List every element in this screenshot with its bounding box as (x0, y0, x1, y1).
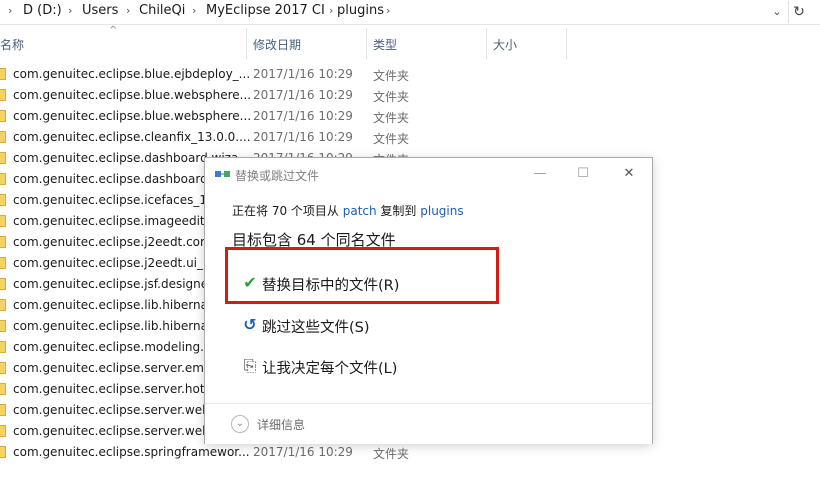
folder-icon (0, 173, 6, 185)
folder-icon (0, 320, 6, 332)
column-modified-label: 修改日期 (253, 38, 302, 52)
expand-details-icon[interactable]: ⌄ (231, 415, 249, 433)
column-header: ^ 名称 修改日期 类型 大小 (0, 25, 820, 60)
close-button[interactable]: ✕ (614, 164, 644, 184)
folder-icon (0, 299, 6, 311)
folder-icon (0, 152, 6, 164)
refresh-icon[interactable]: ↻ (788, 1, 809, 23)
folder-icon (0, 341, 6, 353)
table-row[interactable]: com.genuitec.eclipse.blue.websphere... 20… (0, 85, 820, 106)
source-folder-link[interactable]: patch (343, 204, 377, 218)
skip-files-label: 跳过这些文件(S) (262, 320, 370, 336)
dialog-title: 替换或跳过文件 (235, 169, 320, 183)
skip-files-option[interactable]: ↺ 跳过这些文件(S) (240, 310, 500, 340)
folder-icon (0, 110, 6, 122)
column-type[interactable]: 类型 (367, 28, 487, 60)
decide-each-label: 让我决定每个文件(L) (262, 361, 398, 377)
copy-middle: 复制到 (376, 204, 421, 218)
replace-files-option[interactable]: ✔ 替换目标中的文件(R) (240, 268, 500, 298)
file-modified: 2017/1/16 10:29 (253, 88, 353, 102)
details-label[interactable]: 详细信息 (257, 416, 305, 433)
file-modified: 2017/1/16 10:29 (253, 67, 353, 81)
breadcrumb-myeclipse[interactable]: MyEclipse 2017 CI (206, 3, 325, 18)
breadcrumb-separator[interactable]: › (386, 4, 390, 17)
copy-prefix: 正在将 70 个项目从 (232, 204, 343, 218)
breadcrumb-separator[interactable]: › (68, 4, 72, 17)
file-type: 文件夹 (373, 447, 410, 461)
column-type-label: 类型 (373, 38, 398, 52)
folder-icon (0, 68, 6, 80)
breadcrumb-separator: › (8, 4, 13, 17)
file-modified: 2017/1/16 10:29 (253, 445, 353, 459)
replace-files-label: 替换目标中的文件(R) (262, 278, 400, 294)
breadcrumb-plugins[interactable]: plugins (337, 3, 384, 18)
folder-icon (0, 404, 6, 416)
replace-or-skip-dialog: 替换或跳过文件 — ☐ ✕ 正在将 70 个项目从 patch 复制到 plug… (204, 157, 653, 444)
folder-icon (0, 89, 6, 101)
skip-arrow-icon: ↺ (243, 315, 257, 334)
dialog-titlebar[interactable]: 替换或跳过文件 — ☐ ✕ (205, 158, 652, 190)
breadcrumb-users[interactable]: Users (82, 3, 118, 18)
file-name: com.genuitec.eclipse.blue.ejbdeploy_... (13, 67, 251, 81)
chevron-down-icon[interactable]: ⌄ (766, 1, 788, 23)
file-type: 文件夹 (373, 69, 410, 83)
address-bar[interactable]: › D (D:) › Users › ChileQi › MyEclipse 2… (0, 0, 820, 25)
folder-icon (0, 278, 6, 290)
table-row[interactable]: com.genuitec.eclipse.blue.ejbdeploy_... 2… (0, 64, 820, 85)
file-name: com.genuitec.eclipse.cleanfix_13.0.0.... (13, 130, 251, 144)
file-type: 文件夹 (373, 111, 410, 125)
folder-icon (0, 236, 6, 248)
folder-icon (0, 215, 6, 227)
decide-each-option[interactable]: ⎘ 让我决定每个文件(L) (240, 351, 500, 381)
breadcrumb-separator[interactable]: › (192, 4, 196, 17)
table-row[interactable]: com.genuitec.eclipse.blue.websphere... 20… (0, 106, 820, 127)
folder-icon (0, 425, 6, 437)
folder-icon (0, 362, 6, 374)
file-name: com.genuitec.eclipse.blue.websphere... (13, 88, 252, 102)
table-row[interactable]: com.genuitec.eclipse.springframewor... 20… (0, 442, 820, 463)
copy-progress-text: 正在将 70 个项目从 patch 复制到 plugins (232, 202, 464, 219)
file-modified: 2017/1/16 10:29 (253, 130, 353, 144)
folder-icon (0, 446, 6, 458)
column-size[interactable]: 大小 (487, 28, 567, 60)
maximize-button[interactable]: ☐ (568, 164, 598, 184)
file-name: com.genuitec.eclipse.blue.websphere... (13, 109, 252, 123)
breadcrumb-separator[interactable]: › (329, 4, 333, 17)
dialog-footer: ⌄ 详细信息 (205, 403, 652, 444)
column-name-label: 名称 (0, 38, 25, 52)
minimize-button[interactable]: — (525, 164, 555, 184)
table-row[interactable]: com.genuitec.eclipse.cleanfix_13.0.0....… (0, 127, 820, 148)
folder-icon (0, 257, 6, 269)
column-size-label: 大小 (493, 38, 518, 52)
file-name: com.genuitec.eclipse.springframewor... (13, 445, 250, 459)
copy-files-icon (215, 171, 230, 177)
breadcrumb-chileqi[interactable]: ChileQi (139, 3, 185, 18)
file-type: 文件夹 (373, 90, 410, 104)
folder-icon (0, 383, 6, 395)
folder-icon (0, 131, 6, 143)
column-name[interactable]: 名称 (0, 28, 247, 60)
breadcrumb-drive[interactable]: D (D:) (23, 3, 62, 18)
folder-icon (0, 194, 6, 206)
breadcrumb[interactable]: › D (D:) › Users › ChileQi › MyEclipse 2… (0, 0, 768, 24)
breadcrumb-separator[interactable]: › (126, 4, 130, 17)
column-modified[interactable]: 修改日期 (247, 28, 367, 60)
compare-files-icon: ⎘ (243, 356, 257, 375)
file-modified: 2017/1/16 10:29 (253, 109, 353, 123)
checkmark-icon: ✔ (243, 273, 257, 292)
dest-folder-link[interactable]: plugins (420, 204, 463, 218)
file-type: 文件夹 (373, 132, 410, 146)
